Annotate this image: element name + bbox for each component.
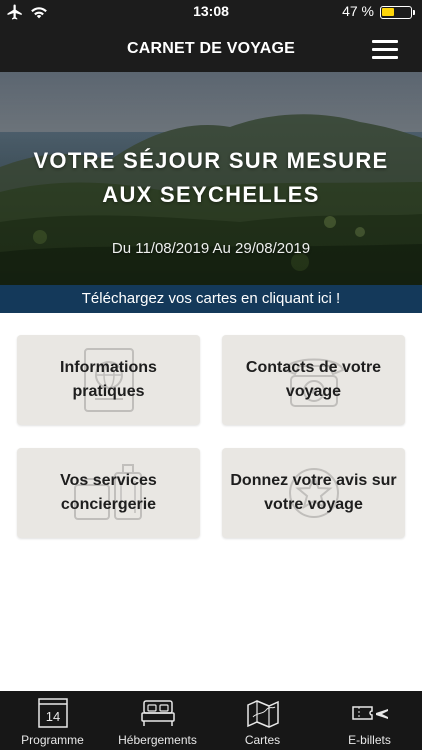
tab-label: Programme	[21, 733, 84, 747]
map-icon	[246, 700, 279, 728]
card-label: Vos services conciergerie	[52, 469, 165, 517]
battery-nub	[413, 10, 415, 15]
tab-cartes[interactable]: Cartes	[210, 691, 315, 750]
card-donnez-votre-avis[interactable]: Donnez votre avis sur votre voyage	[222, 448, 405, 538]
status-bar: 13:08 47 %	[0, 0, 422, 24]
card-label-line2: pratiques	[72, 383, 145, 400]
hero-headline-line1: VOTRE SÉJOUR SUR MESURE	[33, 148, 389, 173]
card-label-line2: votre voyage	[264, 496, 363, 513]
card-label-line1: Contacts de votre	[245, 359, 382, 376]
download-maps-banner[interactable]: Téléchargez vos cartes en cliquant ici !	[0, 285, 422, 313]
card-label-line2: conciergerie	[60, 496, 157, 513]
bottom-tab-bar: 14 Programme Hébergements Cartes E-bille…	[0, 691, 422, 750]
card-label-line1: Donnez votre avis sur	[230, 472, 397, 489]
card-services-conciergerie[interactable]: Vos services conciergerie	[17, 448, 200, 538]
tab-ebillets[interactable]: E-billets	[317, 691, 422, 750]
card-label: Informations pratiques	[52, 356, 165, 404]
bed-icon	[140, 700, 175, 726]
tab-label: E-billets	[348, 733, 391, 747]
card-label: Donnez votre avis sur votre voyage	[222, 469, 404, 517]
card-label-line1: Vos services	[60, 472, 157, 489]
card-label-line1: Informations	[60, 359, 157, 376]
top-bar: 13:08 47 % CARNET DE VOYAGE	[0, 0, 422, 72]
hero-headline-line2: AUX SEYCHELLES	[102, 182, 320, 207]
card-label: Contacts de votre voyage	[238, 356, 389, 404]
battery-percentage: 47 %	[342, 3, 374, 19]
ticket-plane-icon	[351, 706, 388, 720]
tab-hebergements[interactable]: Hébergements	[105, 691, 210, 750]
calendar-day: 14	[45, 709, 59, 724]
card-label-line2: voyage	[285, 383, 342, 400]
tab-label: Cartes	[244, 733, 281, 747]
tab-programme[interactable]: 14 Programme	[0, 691, 105, 750]
card-informations-pratiques[interactable]: Informations pratiques	[17, 335, 200, 425]
hero-banner: VOTRE SÉJOUR SUR MESURE AUX SEYCHELLES D…	[0, 72, 422, 285]
battery-icon	[380, 6, 415, 19]
calendar-icon: 14	[37, 698, 68, 728]
trip-dates: Du 11/08/2019 Au 29/08/2019	[111, 240, 311, 257]
page-title: CARNET DE VOYAGE	[127, 40, 295, 57]
hero-headline: VOTRE SÉJOUR SUR MESURE AUX SEYCHELLES	[0, 144, 422, 212]
hamburger-menu-icon[interactable]	[372, 40, 398, 60]
tab-label: Hébergements	[118, 733, 197, 747]
battery-level	[382, 8, 394, 16]
card-contacts-voyage[interactable]: Contacts de votre voyage	[222, 335, 405, 425]
